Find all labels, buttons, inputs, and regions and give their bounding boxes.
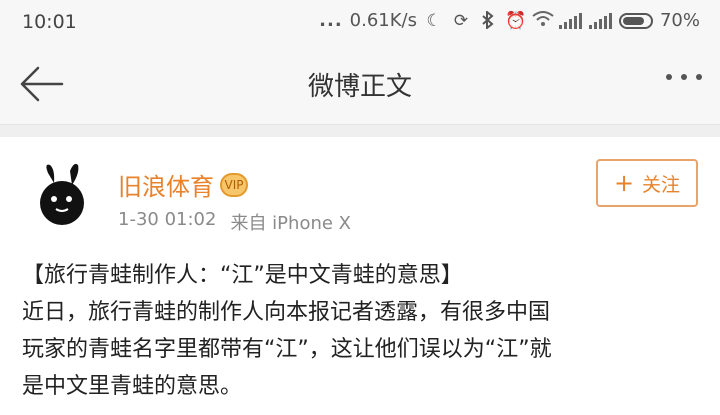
status-time: 10:01: [22, 11, 77, 33]
status-icons: ... 0.61K/s ☾ ⟳ ⏰ 70%: [319, 9, 700, 31]
vip-badge-icon: VIP: [220, 172, 248, 197]
author-name-text: 旧浪体育: [118, 173, 214, 201]
page-title: 微博正文: [307, 72, 412, 102]
more-icon[interactable]: [666, 74, 702, 80]
post-line: 【旅行青蛙制作人：“江”是中文青蛙的意思】: [22, 263, 463, 288]
post-source: 来自 iPhone X: [230, 213, 351, 234]
nav-bar: 微博正文: [0, 46, 720, 125]
avatar[interactable]: [26, 161, 96, 231]
bluetooth-icon: [478, 9, 498, 31]
post-line: 玩家的青蛙名字里都带有“江”，这让他们误以为“江”就: [22, 337, 552, 362]
battery-percent: 70%: [659, 10, 700, 31]
section-divider: [0, 125, 720, 137]
status-bar: 10:01 ... 0.61K/s ☾ ⟳ ⏰ 70%: [0, 0, 720, 46]
post-line: 是中文里青蛙的意思。: [22, 374, 243, 399]
post-line: 近日，旅行青蛙的制作人向本报记者透露，有很多中国: [22, 300, 551, 325]
plus-icon: +: [613, 169, 635, 197]
signal-icon: [558, 12, 582, 29]
follow-button[interactable]: + 关注: [596, 159, 698, 207]
post-meta: 1-30 01:02 来自 iPhone X: [118, 209, 351, 235]
wifi-icon: [532, 10, 554, 31]
follow-label: 关注: [642, 173, 681, 196]
weibo-post: 旧浪体育 VIP 1-30 01:02 来自 iPhone X + 关注 【旅行…: [0, 137, 720, 415]
status-dots: ...: [319, 10, 343, 31]
battery-icon: [618, 12, 653, 29]
alarm-icon: ⏰: [504, 10, 527, 31]
moon-icon: ☾: [426, 10, 442, 31]
post-content: 【旅行青蛙制作人：“江”是中文青蛙的意思】 近日，旅行青蛙的制作人向本报记者透露…: [22, 257, 702, 405]
network-speed: 0.61K/s: [349, 10, 417, 31]
signal-icon: [588, 12, 612, 29]
post-time: 1-30 01:02: [118, 209, 217, 230]
author-name[interactable]: 旧浪体育 VIP: [118, 167, 248, 202]
sync-icon: ⟳: [453, 10, 469, 31]
